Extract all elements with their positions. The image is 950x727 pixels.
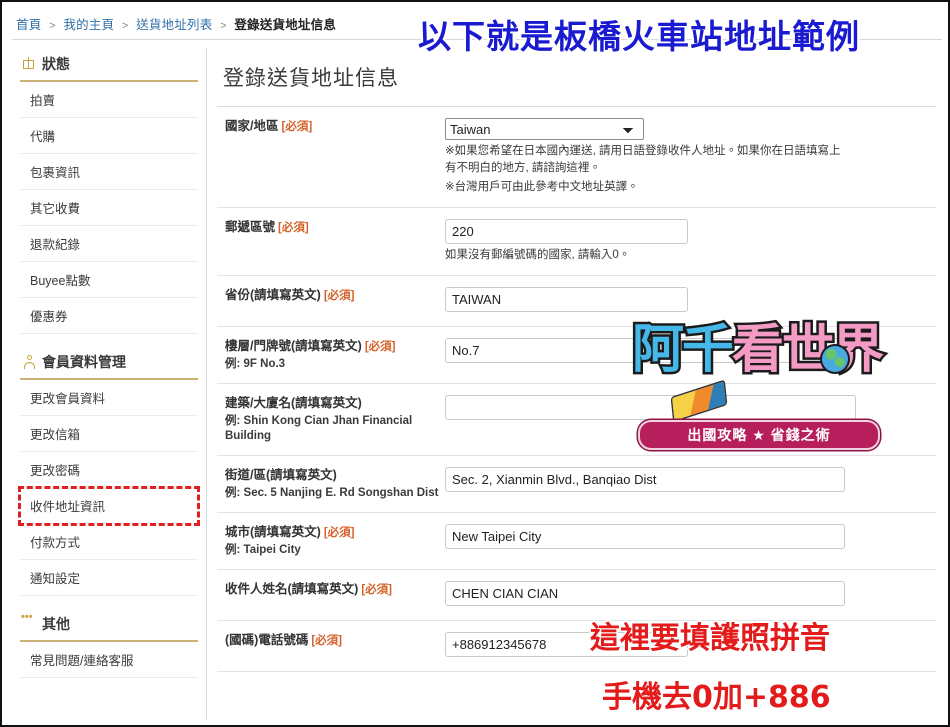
breadcrumb-separator: > <box>121 20 129 32</box>
sidebar-section-title: 會員資料管理 <box>42 354 126 370</box>
field-control-province <box>441 286 936 312</box>
field-control-postal-code: 如果沒有郵編號碼的國家, 請輸入0。 <box>441 219 936 264</box>
required-tag: [必須] <box>281 121 313 133</box>
field-row-country: 國家/地區 [必須] Taiwan ※如果您希望在日本國內運送, 請用日語登錄收件… <box>217 107 936 209</box>
sidebar-section-title: 其他 <box>42 616 70 632</box>
postal-code-note: 如果沒有郵編號碼的國家, 請輸入0。 <box>445 249 631 262</box>
floor-number-input[interactable] <box>445 337 845 363</box>
country-note-2: ※台灣用戶可由此參考中文地址英譯。 <box>445 181 639 194</box>
field-row-floor-number: 樓層/門牌號(請填寫英文) [必須] 例: 9F No.3 <box>217 327 936 385</box>
field-control-street <box>441 466 936 492</box>
label-text: (國碼)電話號碼 <box>225 633 309 648</box>
field-example-building-name: 例: Shin Kong Cian Jhan Financial Buildin… <box>225 415 413 442</box>
field-row-building-name: 建築/大廈名(請填寫英文) 例: Shin Kong Cian Jhan Fin… <box>217 384 936 456</box>
required-tag: [必須] <box>364 340 396 353</box>
street-input[interactable] <box>445 466 845 492</box>
sidebar-item-auction[interactable]: 拍賣 <box>20 82 198 118</box>
sidebar-item-other-fees[interactable]: 其它收費 <box>20 190 198 226</box>
sidebar-item-address-info[interactable]: 收件地址資訊 <box>18 486 200 526</box>
field-control-city <box>441 523 936 549</box>
country-select[interactable]: Taiwan <box>445 118 644 140</box>
required-tag: [必須] <box>323 526 355 539</box>
field-example-city: 例: Taipei City <box>225 544 301 557</box>
sidebar-item-change-password[interactable]: 更改密碼 <box>20 452 198 488</box>
annotation-top-blue: 以下就是板橋火車站地址範例 <box>416 15 861 58</box>
breadcrumb-separator: > <box>220 20 227 32</box>
field-control-building-name <box>441 395 936 421</box>
field-row-province: 省份(請填寫英文) [必須] <box>217 276 936 327</box>
annotation-red-phone: 手機去0加+886 <box>601 679 833 717</box>
label-text: 郵遞區號 <box>225 220 276 235</box>
field-label-country: 國家/地區 [必須] <box>217 118 441 136</box>
label-text: 國家/地區 <box>225 119 279 133</box>
label-text: 省份(請填寫英文) <box>225 287 321 302</box>
field-row-street: 街道/區(請填寫英文) 例: Sec. 5 Nanjing E. Rd Song… <box>217 456 936 513</box>
required-tag: [必須] <box>311 635 342 648</box>
sidebar-item-notification-settings[interactable]: 通知設定 <box>20 560 198 596</box>
field-control-floor-number <box>441 337 936 363</box>
field-label-recipient-name: 收件人姓名(請填寫英文) [必須] <box>217 581 441 599</box>
sidebar-item-proxy-buy[interactable]: 代購 <box>20 118 198 154</box>
breadcrumb-separator: > <box>49 20 56 32</box>
postal-code-input[interactable] <box>445 219 688 245</box>
sidebar-item-buyee-points[interactable]: Buyee點數 <box>20 262 198 298</box>
breadcrumb-item-address-list[interactable]: 送貨地址列表 <box>136 18 212 32</box>
sidebar-section-member: 會員資料管理 <box>12 346 206 378</box>
field-label-building-name: 建築/大廈名(請填寫英文) 例: Shin Kong Cian Jhan Fin… <box>217 395 441 444</box>
required-tag: [必須] <box>323 289 355 302</box>
sidebar-item-parcel-info[interactable]: 包裹資訊 <box>20 154 198 190</box>
label-text: 建築/大廈名(請填寫英文) <box>225 396 362 411</box>
field-control-country: Taiwan ※如果您希望在日本國內運送, 請用日語登錄收件人地址。如果你在日語… <box>441 118 936 196</box>
dots-icon <box>21 611 36 631</box>
sidebar-item-edit-member[interactable]: 更改會員資料 <box>20 380 198 416</box>
required-tag: [必須] <box>361 584 392 597</box>
field-example-street: 例: Sec. 5 Nanjing E. Rd Songshan Dist <box>225 486 439 499</box>
sidebar: 狀態 拍賣 代購 包裹資訊 其它收費 退款紀錄 Buyee點數 優惠券 會員資料… <box>12 48 207 720</box>
field-label-street: 街道/區(請填寫英文) 例: Sec. 5 Nanjing E. Rd Song… <box>217 467 441 501</box>
city-input[interactable] <box>445 523 845 549</box>
province-input[interactable] <box>445 286 688 312</box>
field-control-recipient-name <box>441 581 936 607</box>
sidebar-item-payment-method[interactable]: 付款方式 <box>20 524 198 560</box>
main-content: 登錄送貨地址信息 國家/地區 [必須] Taiwan ※如果您希望在日本國內運送,… <box>209 48 942 720</box>
breadcrumb-item-mypage[interactable]: 我的主頁 <box>63 18 114 32</box>
field-row-city: 城市(請填寫英文) [必須] 例: Taipei City <box>217 513 936 571</box>
field-label-province: 省份(請填寫英文) [必須] <box>217 287 441 305</box>
field-label-floor-number: 樓層/門牌號(請填寫英文) [必須] 例: 9F No.3 <box>217 338 441 372</box>
package-icon <box>22 57 36 71</box>
person-icon <box>22 355 36 369</box>
page-root: 首頁 > 我的主頁 > 送貨地址列表 > 登錄送貨地址信息 狀態 拍賣 代購 包… <box>0 0 950 727</box>
sidebar-section-status: 狀態 <box>12 48 206 80</box>
breadcrumb-current: 登錄送貨地址信息 <box>234 18 337 32</box>
sidebar-section-title: 狀態 <box>42 56 70 72</box>
sidebar-item-faq-support[interactable]: 常見問題/連絡客服 <box>20 642 198 678</box>
sidebar-item-refund-records[interactable]: 退款紀錄 <box>20 226 198 262</box>
label-text: 收件人姓名(請填寫英文) <box>225 582 359 597</box>
label-text: 樓層/門牌號(請填寫英文) <box>225 338 362 353</box>
sidebar-section-other: 其他 <box>12 608 206 640</box>
breadcrumb: 首頁 > 我的主頁 > 送貨地址列表 > 登錄送貨地址信息 <box>16 14 336 33</box>
sidebar-item-change-email[interactable]: 更改信箱 <box>20 416 198 452</box>
annotation-red-passport: 這裡要填護照拼音 <box>589 620 832 658</box>
field-label-city: 城市(請填寫英文) [必須] 例: Taipei City <box>217 524 441 558</box>
field-row-postal-code: 郵遞區號[必須] 如果沒有郵編號碼的國家, 請輸入0。 <box>217 208 936 276</box>
label-text: 城市(請填寫英文) <box>225 524 321 539</box>
field-label-phone: (國碼)電話號碼 [必須] <box>217 632 441 650</box>
label-text: 街道/區(請填寫英文) <box>225 467 337 482</box>
field-example-floor-number: 例: 9F No.3 <box>225 358 286 371</box>
country-note-1: ※如果您希望在日本國內運送, 請用日語登錄收件人地址。如果你在日語填寫上有不明白… <box>445 145 841 174</box>
building-name-input[interactable] <box>445 395 856 421</box>
breadcrumb-item-home[interactable]: 首頁 <box>16 18 41 32</box>
sidebar-item-coupons[interactable]: 優惠券 <box>20 298 198 334</box>
recipient-name-input[interactable] <box>445 581 845 607</box>
field-label-postal-code: 郵遞區號 [必須] <box>217 219 441 237</box>
required-tag: [必須] <box>278 222 309 235</box>
